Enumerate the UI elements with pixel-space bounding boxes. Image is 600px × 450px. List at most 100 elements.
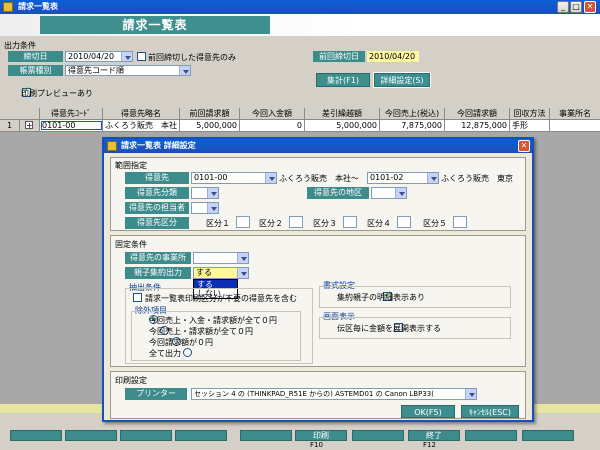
column-header[interactable]: 得意先略名 [103, 108, 180, 119]
prev-only-checkbox[interactable] [137, 52, 146, 61]
table-cell[interactable]: 7,875,000 [380, 120, 445, 131]
exit-key-label: F12 [423, 441, 436, 449]
cutoff-date-input[interactable]: 2010/04/20 [65, 51, 133, 62]
table-cell[interactable]: 0 [240, 120, 305, 131]
fkey-11[interactable] [465, 430, 517, 441]
customer-to-code: 0101-02 [370, 173, 404, 182]
column-header[interactable]: 前回請求額 [180, 108, 240, 119]
fkey-5[interactable] [240, 430, 292, 441]
division-5-input[interactable] [453, 216, 467, 228]
customer-region-label: 得意先の地区 [307, 187, 369, 199]
table-cell[interactable]: ふくろう販売 本社 [103, 120, 180, 131]
dialog-close-button[interactable]: ✕ [518, 140, 530, 152]
table-cell[interactable]: 5,000,000 [180, 120, 240, 131]
chevron-down-icon[interactable] [207, 188, 218, 198]
aggregate-button[interactable]: 集計(F1) [316, 73, 370, 87]
table-cell[interactable]: 手形 [510, 120, 550, 131]
customer-from-name: ふくろう販売 本社 [279, 174, 351, 183]
prev-cutoff-label: 前回締切日 [313, 51, 365, 62]
division-1-input[interactable] [236, 216, 250, 228]
page-title: 請求一覧表 [40, 16, 270, 34]
header-banner: 請求一覧表 [0, 14, 600, 36]
detail-settings-button[interactable]: 詳細設定(S) [373, 72, 431, 88]
parent-aggregate-select[interactable]: する [193, 267, 249, 279]
chevron-down-icon[interactable] [465, 389, 476, 399]
division-1-label: 区分１ [206, 219, 230, 228]
chevron-down-icon[interactable] [395, 188, 406, 198]
prev-only-label: 前回締切した得意先のみ [148, 53, 236, 62]
column-header[interactable]: 得意先ｺｰﾄﾞ [40, 108, 103, 119]
column-header[interactable]: 回収方法 [510, 108, 550, 119]
form-type-label: 帳票種別 [8, 65, 63, 76]
maximize-button[interactable]: □ [570, 1, 582, 13]
fkey-3[interactable] [120, 430, 172, 441]
fkey-2[interactable] [65, 430, 117, 441]
printer-select[interactable]: セッション 4 の (THINKPAD_R51E からの) ASTEMD01 の… [191, 388, 477, 400]
division-2-label: 区分２ [259, 219, 283, 228]
chevron-down-icon[interactable] [265, 173, 276, 183]
table-cell[interactable]: 0101-00 [40, 120, 103, 131]
print-section: 印刷設定 プリンター セッション 4 の (THINKPAD_R51E からの)… [110, 371, 526, 419]
customer-class-select[interactable] [191, 187, 219, 199]
minimize-button[interactable]: _ [557, 1, 569, 13]
radio-output-all-label: 全て出力 [149, 349, 181, 358]
app-icon [107, 141, 117, 151]
ok-button[interactable]: OK(F5) [401, 405, 455, 418]
table-cell[interactable] [550, 120, 600, 131]
window-title: 請求一覧表 [18, 2, 58, 11]
customer-from-select[interactable]: 0101-00 [191, 172, 277, 184]
window-titlebar: 請求一覧表 _ □ ✕ [0, 0, 600, 14]
table-row[interactable]: 1 + 0101-00 ふくろう販売 本社 5,000,000 0 5,000,… [0, 120, 600, 132]
division-3-input[interactable] [343, 216, 357, 228]
customer-person-select[interactable] [191, 202, 219, 214]
customer-person-label: 得意先の担当者 [125, 202, 189, 214]
close-button[interactable]: ✕ [584, 1, 596, 13]
exit-button-label: 終了 [426, 431, 442, 440]
division-2-input[interactable] [289, 216, 303, 228]
customer-to-select[interactable]: 0101-02 [367, 172, 439, 184]
expand-icon[interactable]: + [25, 121, 33, 130]
division-3-label: 区分３ [313, 219, 337, 228]
form-type-value: 得意先コード順 [68, 66, 124, 75]
cutoff-label: 締切日 [8, 51, 63, 62]
column-header[interactable]: 今回入金額 [240, 108, 305, 119]
chevron-down-icon[interactable] [427, 173, 438, 183]
print-key-label: F10 [310, 441, 323, 449]
output-section-label: 出力条件 [4, 41, 36, 50]
customer-from-code: 0101-00 [194, 173, 228, 182]
customer-class-label: 得意先分類 [125, 187, 189, 199]
table-cell[interactable]: 5,000,000 [305, 120, 380, 131]
cancel-button[interactable]: ｷｬﾝｾﾙ(ESC) [461, 405, 519, 418]
exit-button[interactable]: 終了 [408, 430, 460, 441]
table-cell[interactable]: 12,875,000 [445, 120, 510, 131]
column-header[interactable]: 事業所名 [550, 108, 600, 119]
customer-label: 得意先 [125, 172, 189, 184]
fkey-1[interactable] [10, 430, 62, 441]
chevron-down-icon[interactable] [207, 203, 218, 213]
fkey-9[interactable] [352, 430, 404, 441]
column-header[interactable]: 差引繰越額 [305, 108, 380, 119]
row-header-corner [0, 108, 40, 119]
chevron-down-icon[interactable] [121, 52, 132, 61]
fkey-4[interactable] [175, 430, 227, 441]
customer-region-select[interactable] [371, 187, 407, 199]
office-select[interactable] [193, 252, 249, 264]
chevron-down-icon[interactable] [237, 253, 248, 263]
chevron-down-icon[interactable] [179, 66, 190, 75]
column-header[interactable]: 今回売上(税込) [380, 108, 445, 119]
chevron-down-icon[interactable] [237, 268, 248, 278]
customer-to-name: ふくろう販売 東京 [441, 174, 513, 183]
range-section: 範囲指定 得意先 0101-00 ふくろう販売 本社 ～ 0101-02 ふくろ… [110, 157, 526, 231]
division-4-input[interactable] [397, 216, 411, 228]
row-number: 1 [0, 120, 20, 131]
column-header[interactable]: 今回請求額 [445, 108, 510, 119]
radio-exclude-all-zero-label: 今回売上・入金・請求額が全て０円 [149, 316, 277, 325]
exclude-checkbox[interactable] [133, 293, 142, 302]
fkey-12[interactable] [522, 430, 574, 441]
form-type-select[interactable]: 得意先コード順 [65, 65, 191, 76]
app-icon [3, 2, 13, 12]
print-button[interactable]: 印刷 [295, 430, 347, 441]
print-button-label: 印刷 [313, 431, 329, 440]
cutoff-date-value: 2010/04/20 [68, 52, 115, 61]
radio-exclude-billing-zero-label: 今回請求額が０円 [149, 338, 213, 347]
